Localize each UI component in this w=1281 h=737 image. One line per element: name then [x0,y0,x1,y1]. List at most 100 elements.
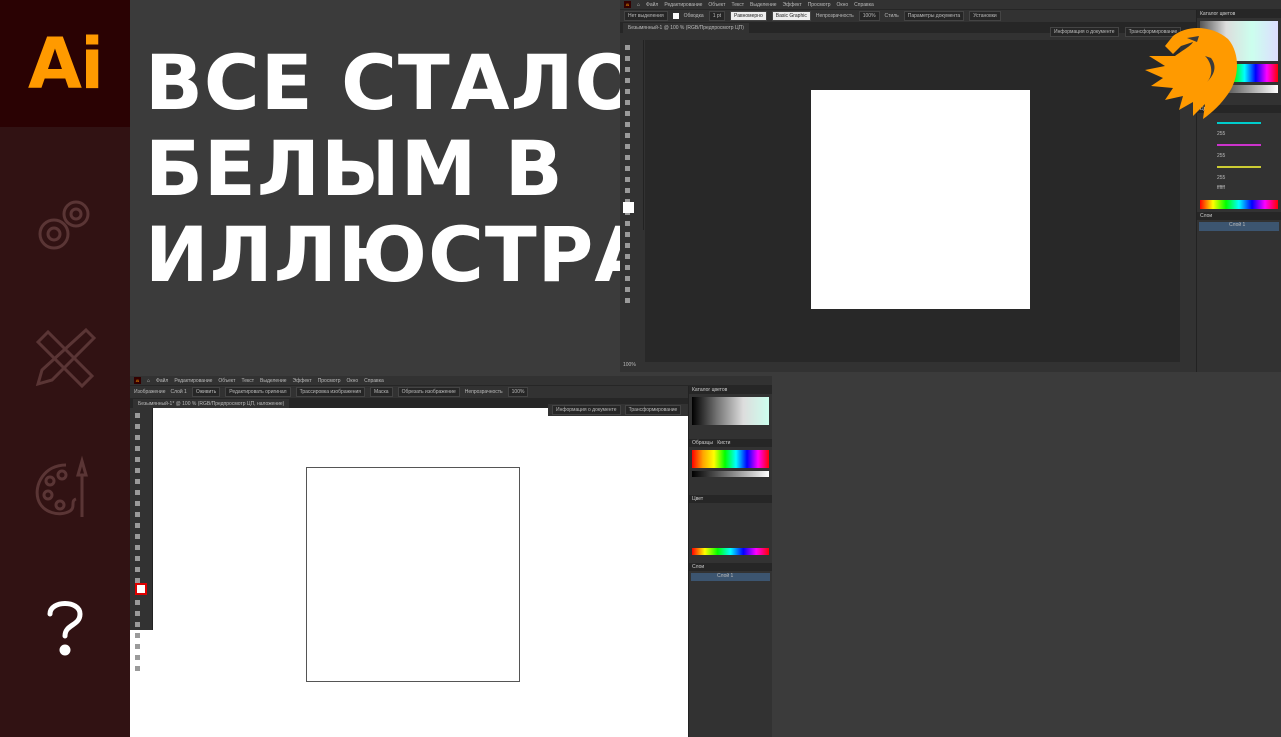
tool-icon[interactable] [135,534,140,539]
layers-panel[interactable]: Слои [1197,212,1281,220]
tool-icon[interactable] [135,490,140,495]
tool-icon[interactable] [625,243,630,248]
tool-icon[interactable] [625,155,630,160]
color-guide-panel[interactable]: Каталог цветов [689,386,772,394]
swatches-tab[interactable]: Образцы [692,440,713,446]
tool-icon[interactable] [625,122,630,127]
canvas[interactable] [130,408,688,737]
menu-view[interactable]: Просмотр [808,2,831,8]
tool-icon[interactable] [625,298,630,303]
tool-icon[interactable] [625,45,630,50]
menu-effect[interactable]: Эффект [783,2,802,8]
tool-icon[interactable] [625,177,630,182]
tool-icon[interactable] [625,56,630,61]
tool-icon[interactable] [135,600,140,605]
image-trace-button[interactable]: Трассировка изображения [295,387,365,397]
tool-icon[interactable] [135,644,140,649]
tool-icon[interactable] [625,89,630,94]
canvas[interactable] [645,40,1180,362]
document-info-tab[interactable]: Информация о документе [1050,27,1119,37]
crop-image-button[interactable]: Обрезать изображение [397,387,460,397]
tool-icon[interactable] [135,468,140,473]
b-slider[interactable] [1217,166,1261,168]
edit-original-button[interactable]: Редактировать оригинал [225,387,291,397]
tool-icon[interactable] [135,501,140,506]
tool-icon[interactable] [135,479,140,484]
tool-icon[interactable] [625,78,630,83]
tool-icon[interactable] [135,655,140,660]
menu-help[interactable]: Справка [854,2,874,8]
menu-help[interactable]: Справка [364,378,384,384]
brushes-tab[interactable]: Кисти [717,440,730,446]
tool-icon[interactable] [625,100,630,105]
tool-icon[interactable] [625,67,630,72]
tool-icon[interactable] [135,633,140,638]
menu-object[interactable]: Объект [218,378,235,384]
tool-icon[interactable] [135,457,140,462]
tool-icon[interactable] [135,567,140,572]
menu-edit[interactable]: Редактирование [174,378,212,384]
b-value[interactable]: 255 [1217,175,1225,181]
document-info-tab[interactable]: Информация о документе [552,405,621,415]
tool-icon[interactable] [135,545,140,550]
menu-file[interactable]: Файл [646,2,658,8]
tool-icon[interactable] [135,446,140,451]
artboard[interactable] [811,90,1030,309]
fill-stroke-swatch[interactable] [135,583,147,595]
color-spectrum[interactable] [1200,200,1278,209]
tool-icon[interactable] [625,111,630,116]
menu-file[interactable]: Файл [156,378,168,384]
tool-icon[interactable] [135,435,140,440]
transform-tab[interactable]: Трансформирование [624,405,682,415]
embed-button[interactable]: Оживить [191,387,221,397]
tool-icon[interactable] [135,666,140,671]
opacity-input[interactable]: 100% [507,387,529,397]
menu-view[interactable]: Просмотр [318,378,341,384]
swatches-grid[interactable] [692,450,769,468]
tool-icon[interactable] [625,232,630,237]
tool-icon[interactable] [625,221,630,226]
menu-type[interactable]: Текст [241,378,254,384]
g-value[interactable]: 255 [1217,153,1225,159]
home-icon[interactable]: ⌂ [147,378,150,384]
tool-icon[interactable] [135,512,140,517]
layer-row[interactable]: Слой 1 [1199,222,1279,231]
document-tab[interactable]: Безымянный-1 @ 100 % (RGB/Предпросмотр Ц… [623,23,749,33]
menu-effect[interactable]: Эффект [293,378,312,384]
tool-icon[interactable] [625,265,630,270]
menu-edit[interactable]: Редактирование [664,2,702,8]
profile-select[interactable]: Равномерно [730,11,767,21]
color-spectrum[interactable] [692,548,769,555]
r-value[interactable]: 255 [1217,131,1225,137]
tool-icon[interactable] [135,556,140,561]
mask-button[interactable]: Маска [370,387,393,397]
tool-icon[interactable] [625,188,630,193]
tool-icon[interactable] [135,523,140,528]
tool-icon[interactable] [625,133,630,138]
tool-icon[interactable] [135,611,140,616]
layers-panel[interactable]: Слои [689,563,772,571]
home-icon[interactable]: ⌂ [637,2,640,8]
fill-swatch[interactable] [672,13,679,19]
menu-type[interactable]: Текст [731,2,744,8]
tool-icon[interactable] [625,287,630,292]
opacity-input[interactable]: 100% [858,11,880,21]
menu-object[interactable]: Объект [708,2,725,8]
fill-color-swatch[interactable] [623,202,634,213]
menu-select[interactable]: Выделение [750,2,777,8]
color-sliders[interactable] [689,503,772,545]
menu-window[interactable]: Окно [347,378,359,384]
brush-select[interactable]: Basic Graphic [771,11,811,21]
tool-icon[interactable] [135,424,140,429]
zoom-level[interactable]: 100% [623,362,636,368]
tool-icon[interactable] [135,413,140,418]
preferences-button[interactable]: Установки [969,11,1001,21]
document-setup-button[interactable]: Параметры документа [903,11,965,21]
artboard-outline[interactable] [306,467,520,682]
tool-icon[interactable] [135,622,140,627]
tool-icon[interactable] [625,166,630,171]
menu-select[interactable]: Выделение [260,378,287,384]
hex-value[interactable]: ffffff [1217,183,1261,193]
g-slider[interactable] [1217,144,1261,146]
color-guide-panel[interactable]: Каталог цветов [1197,10,1281,18]
